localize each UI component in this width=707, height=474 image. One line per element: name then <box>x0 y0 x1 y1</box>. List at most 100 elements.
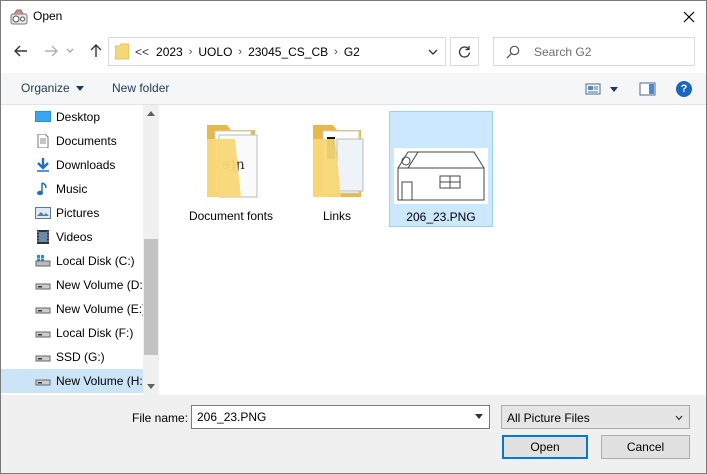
nav-item-new-volume-h[interactable]: New Volume (H:) <box>1 369 143 393</box>
downloads-icon <box>37 158 49 172</box>
nav-item-label: Desktop <box>56 110 101 124</box>
file-item-selected[interactable]: 206_23.PNG <box>389 111 493 227</box>
chevron-down-icon <box>675 415 683 421</box>
file-name: Document fonts <box>188 209 274 223</box>
breadcrumb-item[interactable]: G2 <box>344 45 360 59</box>
file-list: ɘ)ɲ Document fonts Links <box>159 105 706 395</box>
nav-item-label: Videos <box>56 230 93 244</box>
scroll-down-icon[interactable] <box>147 384 155 389</box>
drive-icon <box>35 307 51 314</box>
nav-item-label: Music <box>56 182 88 196</box>
nav-item-ssd-g[interactable]: SSD (G:) <box>1 345 143 369</box>
cancel-button[interactable]: Cancel <box>601 435 690 459</box>
file-name-input[interactable] <box>191 405 490 429</box>
recent-locations-button[interactable] <box>63 40 77 62</box>
drive-icon <box>35 379 51 386</box>
drive-icon <box>35 331 51 338</box>
breadcrumb-item[interactable]: 23045_CS_CB <box>248 45 328 59</box>
nav-item-documents[interactable]: Documents <box>1 129 143 153</box>
address-bar[interactable]: << 2023 › UOLO › 23045_CS_CB › G2 <box>108 37 446 66</box>
arrow-left-icon <box>14 45 27 57</box>
toolbar: Organize New folder ? <box>1 73 706 105</box>
breadcrumb-item[interactable]: UOLO <box>198 45 232 59</box>
image-thumbnail-icon <box>394 148 488 204</box>
videos-icon <box>37 230 49 244</box>
new-folder-button[interactable]: New folder <box>112 81 169 95</box>
close-icon <box>683 11 695 22</box>
chevron-down-icon[interactable] <box>427 46 439 58</box>
forward-button[interactable] <box>40 40 62 62</box>
title-bar: Open <box>1 1 706 32</box>
organize-menu[interactable]: Organize <box>21 81 84 95</box>
nav-item-videos[interactable]: Videos <box>1 225 143 249</box>
chevron-down-icon <box>66 48 74 53</box>
chevron-right-icon[interactable]: › <box>334 46 338 58</box>
nav-item-label: New Volume (D:) <box>56 278 143 292</box>
nav-item-new-volume-d[interactable]: New Volume (D:) <box>1 273 143 297</box>
scroll-up-icon[interactable] <box>147 111 155 116</box>
view-options-icon[interactable] <box>585 82 601 96</box>
nav-item-downloads[interactable]: Downloads <box>1 153 143 177</box>
file-name: 206_23.PNG <box>406 210 476 224</box>
breadcrumb: << 2023 › UOLO › 23045_CS_CB › G2 <box>135 45 360 59</box>
file-name-label: File name: <box>132 411 189 425</box>
search-box[interactable]: Search G2 <box>493 37 695 66</box>
view-dropdown-icon[interactable] <box>610 87 618 92</box>
file-type-value: All Picture Files <box>507 411 590 425</box>
windows-drive-icon <box>35 255 51 267</box>
pictures-icon <box>35 207 51 219</box>
nav-item-label: Local Disk (F:) <box>56 326 134 340</box>
folder-icon: ɘ)ɲ <box>207 125 258 198</box>
open-button[interactable]: Open <box>502 435 588 459</box>
chevron-right-icon[interactable]: › <box>189 46 193 58</box>
file-item[interactable]: ɘ)ɲ Document fonts <box>179 111 283 227</box>
nav-item-local-disk-c[interactable]: Local Disk (C:) <box>1 249 143 273</box>
search-placeholder: Search G2 <box>534 45 592 59</box>
nav-item-label: SSD (G:) <box>56 350 105 364</box>
search-icon <box>506 45 520 59</box>
help-icon[interactable]: ? <box>676 81 692 97</box>
nav-item-label: Pictures <box>56 206 100 220</box>
music-icon <box>37 182 47 196</box>
window-title: Open <box>33 9 63 23</box>
file-name: Links <box>322 209 351 223</box>
nav-item-label: Downloads <box>56 158 116 172</box>
nav-item-new-volume-e[interactable]: New Volume (E:) <box>1 297 143 321</box>
up-button[interactable] <box>85 40 107 62</box>
app-icon <box>10 9 28 25</box>
scrollbar-thumb[interactable] <box>144 239 158 355</box>
navigation-pane: Desktop Documents Downloads Music Pictur… <box>1 105 159 395</box>
bottom-panel: File name: All Picture Files Open Cancel <box>1 395 706 473</box>
preview-pane-icon[interactable] <box>639 82 656 96</box>
drive-icon <box>35 355 51 362</box>
arrow-up-icon <box>90 44 102 57</box>
back-button[interactable] <box>10 40 32 62</box>
nav-item-label: Documents <box>56 134 117 148</box>
file-item[interactable]: Links <box>285 111 389 227</box>
caret-down-icon <box>75 86 84 92</box>
breadcrumb-overflow[interactable]: << <box>135 45 149 59</box>
nav-item-desktop[interactable]: Desktop <box>1 105 143 129</box>
nav-item-local-disk-f[interactable]: Local Disk (F:) <box>1 321 143 345</box>
organize-label: Organize <box>21 81 70 95</box>
documents-icon <box>37 134 49 148</box>
nav-item-music[interactable]: Music <box>1 177 143 201</box>
nav-item-label: Local Disk (C:) <box>56 254 135 268</box>
chevron-right-icon[interactable]: › <box>238 46 242 58</box>
refresh-button[interactable] <box>450 37 479 66</box>
folder-icon <box>115 43 129 60</box>
folder-icon <box>313 125 364 197</box>
drive-icon <box>35 283 51 290</box>
nav-item-label: New Volume (E:) <box>56 302 143 316</box>
nav-item-label: New Volume (H:) <box>56 374 143 388</box>
nav-scrollbar[interactable] <box>143 105 159 395</box>
close-button[interactable] <box>672 1 706 32</box>
nav-item-pictures[interactable]: Pictures <box>1 201 143 225</box>
chevron-down-icon[interactable] <box>475 414 483 419</box>
desktop-icon <box>35 111 51 122</box>
open-dialog: Open << 2023 › UOLO › 23045_CS_CB › G2 S… <box>0 0 707 474</box>
breadcrumb-item[interactable]: 2023 <box>156 45 183 59</box>
arrow-right-icon <box>45 45 58 57</box>
file-type-select[interactable]: All Picture Files <box>501 405 690 429</box>
refresh-icon <box>458 46 471 58</box>
